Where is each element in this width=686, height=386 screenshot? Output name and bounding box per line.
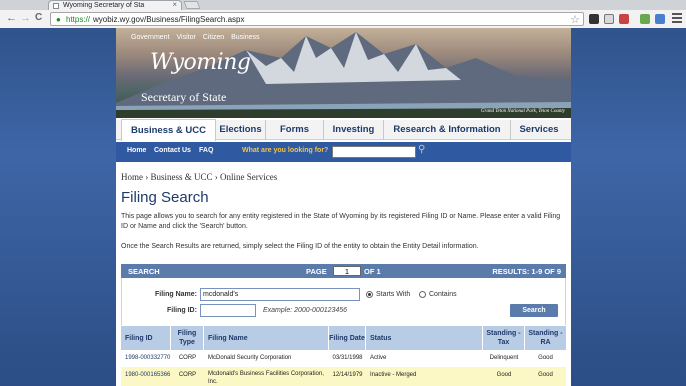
search-form xyxy=(121,278,566,325)
tab-strip: Wyoming Secretary of Sta × xyxy=(0,0,686,10)
sub-nav: Home Contact Us FAQ What are you looking… xyxy=(116,142,571,162)
nav-forms[interactable]: Forms xyxy=(266,120,324,140)
starts-with-radio[interactable] xyxy=(366,291,373,298)
tab-close-icon[interactable]: × xyxy=(172,0,177,9)
cell-filing-name: McDonald Security Corporation xyxy=(208,355,292,361)
col-filing-type[interactable]: Filing Type xyxy=(171,326,204,350)
browser-menu-icon[interactable] xyxy=(672,13,682,25)
audience-nav: Government Visitor Citizen Business xyxy=(131,34,265,41)
page-label: PAGE xyxy=(306,267,327,276)
top-link-citizen[interactable]: Citizen xyxy=(203,34,224,41)
browser-tab[interactable]: Wyoming Secretary of Sta × xyxy=(48,0,182,10)
table-row: 1998-000332770 CORP McDonald Security Co… xyxy=(121,350,566,367)
table-row: 1980-000165366 CORP Mcdonald's Business … xyxy=(121,367,566,386)
cell-status: Active xyxy=(370,355,387,361)
col-filing-name[interactable]: Filing Name xyxy=(204,326,329,350)
filing-id-example: Example: 2000-000123456 xyxy=(263,307,348,314)
col-filing-id[interactable]: Filing ID xyxy=(121,326,171,350)
col-status[interactable]: Status xyxy=(366,326,483,350)
subnav-faq[interactable]: FAQ xyxy=(199,147,213,154)
cell-standing-ra: Good xyxy=(538,372,553,378)
table-header: Filing ID Filing Type Filing Name Filing… xyxy=(121,326,566,350)
extension-icon[interactable] xyxy=(619,14,629,24)
new-tab-button[interactable] xyxy=(183,1,201,9)
page-count: OF 1 xyxy=(364,267,381,276)
filing-id-label: Filing ID: xyxy=(167,307,197,314)
extension-icon[interactable] xyxy=(655,14,665,24)
results-count: RESULTS: 1-9 OF 9 xyxy=(492,267,561,276)
col-standing-ra[interactable]: Standing - RA xyxy=(525,326,566,350)
nav-investing[interactable]: Investing xyxy=(324,120,384,140)
search-icon[interactable]: ⚲ xyxy=(418,144,425,155)
bookmark-star-icon[interactable]: ☆ xyxy=(570,13,580,26)
col-filing-date[interactable]: Filing Date xyxy=(329,326,366,350)
subnav-home[interactable]: Home xyxy=(127,147,146,154)
starts-with-label: Starts With xyxy=(376,291,411,298)
filing-name-input[interactable]: mcdonald's xyxy=(200,288,360,301)
reload-icon[interactable]: C xyxy=(35,12,42,24)
url-text: wyobiz.wy.gov/Business/FilingSearch.aspx xyxy=(93,15,245,24)
cell-filing-date: 03/31/1998 xyxy=(332,355,363,361)
filing-name-label: Filing Name: xyxy=(155,291,198,298)
page-title: Filing Search xyxy=(121,189,209,206)
subnav-contact-us[interactable]: Contact Us xyxy=(154,147,191,154)
url-scheme: https:// xyxy=(66,15,91,24)
wyoming-logo[interactable]: Wyoming xyxy=(150,50,251,75)
intro-text: This page allows you to search for any e… xyxy=(121,213,561,230)
cell-standing-tax: Delinquent xyxy=(489,355,519,361)
extension-icon[interactable] xyxy=(604,14,614,24)
search-button[interactable]: Search xyxy=(510,304,558,317)
page: Government Visitor Citizen Business Wyom… xyxy=(116,28,571,386)
extension-icon[interactable] xyxy=(640,14,650,24)
col-standing-tax[interactable]: Standing - Tax xyxy=(483,326,525,350)
lock-icon: ● xyxy=(56,15,61,24)
search-header-bar: SEARCH PAGE 1 OF 1 RESULTS: 1-9 OF 9 xyxy=(121,264,566,278)
cell-standing-tax: Good xyxy=(496,372,512,378)
main-nav: Business & UCC Elections Forms Investing… xyxy=(116,119,571,141)
cell-filing-id[interactable]: 1980-000165366 xyxy=(125,367,173,384)
nav-elections[interactable]: Elections xyxy=(216,120,266,140)
tab-title: Wyoming Secretary of Sta xyxy=(63,2,145,9)
nav-business-ucc[interactable]: Business & UCC xyxy=(121,119,216,141)
header-banner: Government Visitor Citizen Business Wyom… xyxy=(116,28,571,118)
cell-standing-ra: Good xyxy=(538,355,553,361)
extension-icon[interactable] xyxy=(589,14,599,24)
cell-filing-name: Mcdonald's Business Facilities Corporati… xyxy=(208,371,324,385)
logo-subtitle: Secretary of State xyxy=(141,90,227,104)
breadcrumb: Home › Business & UCC › Online Services xyxy=(121,172,278,182)
browser-toolbar: ← → C ● https:// wyobiz.wy.gov/Business/… xyxy=(0,10,686,28)
forward-icon[interactable]: → xyxy=(20,12,31,24)
nav-services[interactable]: Services xyxy=(511,120,567,140)
cell-status: Inactive - Merged xyxy=(370,372,417,378)
cell-filing-type: CORP xyxy=(178,355,197,361)
page-number-input[interactable]: 1 xyxy=(333,266,361,276)
top-link-business[interactable]: Business xyxy=(231,34,259,41)
contains-label: Contains xyxy=(429,291,457,298)
top-link-government[interactable]: Government xyxy=(131,34,170,41)
page-favicon-icon xyxy=(53,3,59,9)
browser-chrome: Wyoming Secretary of Sta × ← → C ● https… xyxy=(0,0,686,28)
photo-credit: Grand Teton National Park, Teton County xyxy=(480,109,565,114)
nav-research-information[interactable]: Research & Information xyxy=(384,120,511,140)
address-bar[interactable]: ● https:// wyobiz.wy.gov/Business/Filing… xyxy=(50,12,584,26)
search-bar-label: SEARCH xyxy=(128,267,160,276)
filing-id-input[interactable] xyxy=(200,304,256,317)
cell-filing-id[interactable]: 1998-000332770 xyxy=(125,350,173,367)
contains-radio[interactable] xyxy=(419,291,426,298)
back-icon[interactable]: ← xyxy=(6,12,17,24)
site-search-input[interactable] xyxy=(332,146,416,158)
site-search-label: What are you looking for? xyxy=(242,147,329,154)
intro-text-2: Once the Search Results are returned, si… xyxy=(121,243,479,250)
cell-filing-date: 12/14/1979 xyxy=(332,372,363,378)
cell-filing-type: CORP xyxy=(178,372,197,378)
top-link-visitor[interactable]: Visitor xyxy=(176,34,195,41)
